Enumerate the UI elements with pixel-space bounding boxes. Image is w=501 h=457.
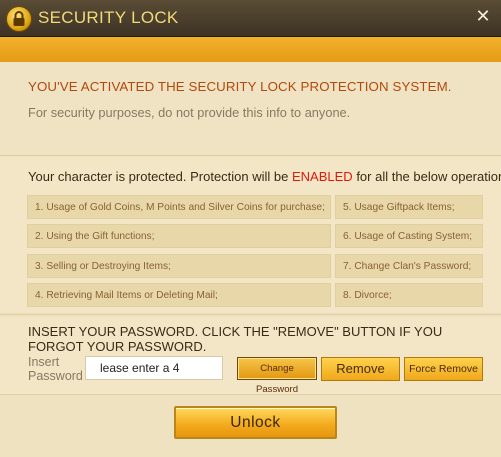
enabled-word: ENABLED bbox=[292, 169, 353, 184]
protection-text-after: for all the below operations: bbox=[352, 169, 501, 184]
password-label: Insert Password bbox=[28, 355, 83, 383]
operation-item-7: 7. Change Clan's Password; bbox=[335, 254, 483, 278]
protection-text-before: Your character is protected. Protection … bbox=[28, 169, 292, 184]
operation-item-4: 4. Retrieving Mail Items or Deleting Mai… bbox=[27, 283, 331, 307]
operation-item-1: 1. Usage of Gold Coins, M Points and Sil… bbox=[27, 195, 331, 219]
title-bar[interactable]: SECURITY LOCK ✕ bbox=[0, 0, 501, 37]
header-stripe bbox=[0, 37, 501, 62]
window-title: SECURITY LOCK bbox=[38, 8, 179, 27]
force-remove-button[interactable]: Force Remove bbox=[404, 357, 483, 381]
operation-item-6: 6. Usage of Casting System; bbox=[335, 224, 483, 248]
operation-item-2: 2. Using the Gift functions; bbox=[27, 224, 331, 248]
divider bbox=[0, 155, 501, 156]
password-instructions: INSERT YOUR PASSWORD. CLICK THE "REMOVE"… bbox=[28, 324, 443, 354]
operation-item-3: 3. Selling or Destroying Items; bbox=[27, 254, 331, 278]
protection-statement: Your character is protected. Protection … bbox=[28, 169, 501, 184]
operation-item-5: 5. Usage Giftpack Items; bbox=[335, 195, 483, 219]
close-button[interactable]: ✕ bbox=[472, 5, 494, 27]
change-password-button[interactable]: Change Password bbox=[237, 357, 317, 395]
security-lock-window: SECURITY LOCK ✕ YOU'VE ACTIVATED THE SEC… bbox=[0, 0, 501, 457]
remove-button[interactable]: Remove bbox=[321, 357, 400, 381]
divider bbox=[0, 314, 501, 315]
password-input[interactable] bbox=[85, 356, 223, 380]
operation-item-8: 8. Divorce; bbox=[335, 283, 483, 307]
notice-heading: YOU'VE ACTIVATED THE SECURITY LOCK PROTE… bbox=[28, 79, 452, 94]
notice-subtext: For security purposes, do not provide th… bbox=[28, 105, 351, 120]
lock-icon bbox=[6, 6, 32, 32]
unlock-button[interactable]: Unlock bbox=[174, 406, 337, 439]
